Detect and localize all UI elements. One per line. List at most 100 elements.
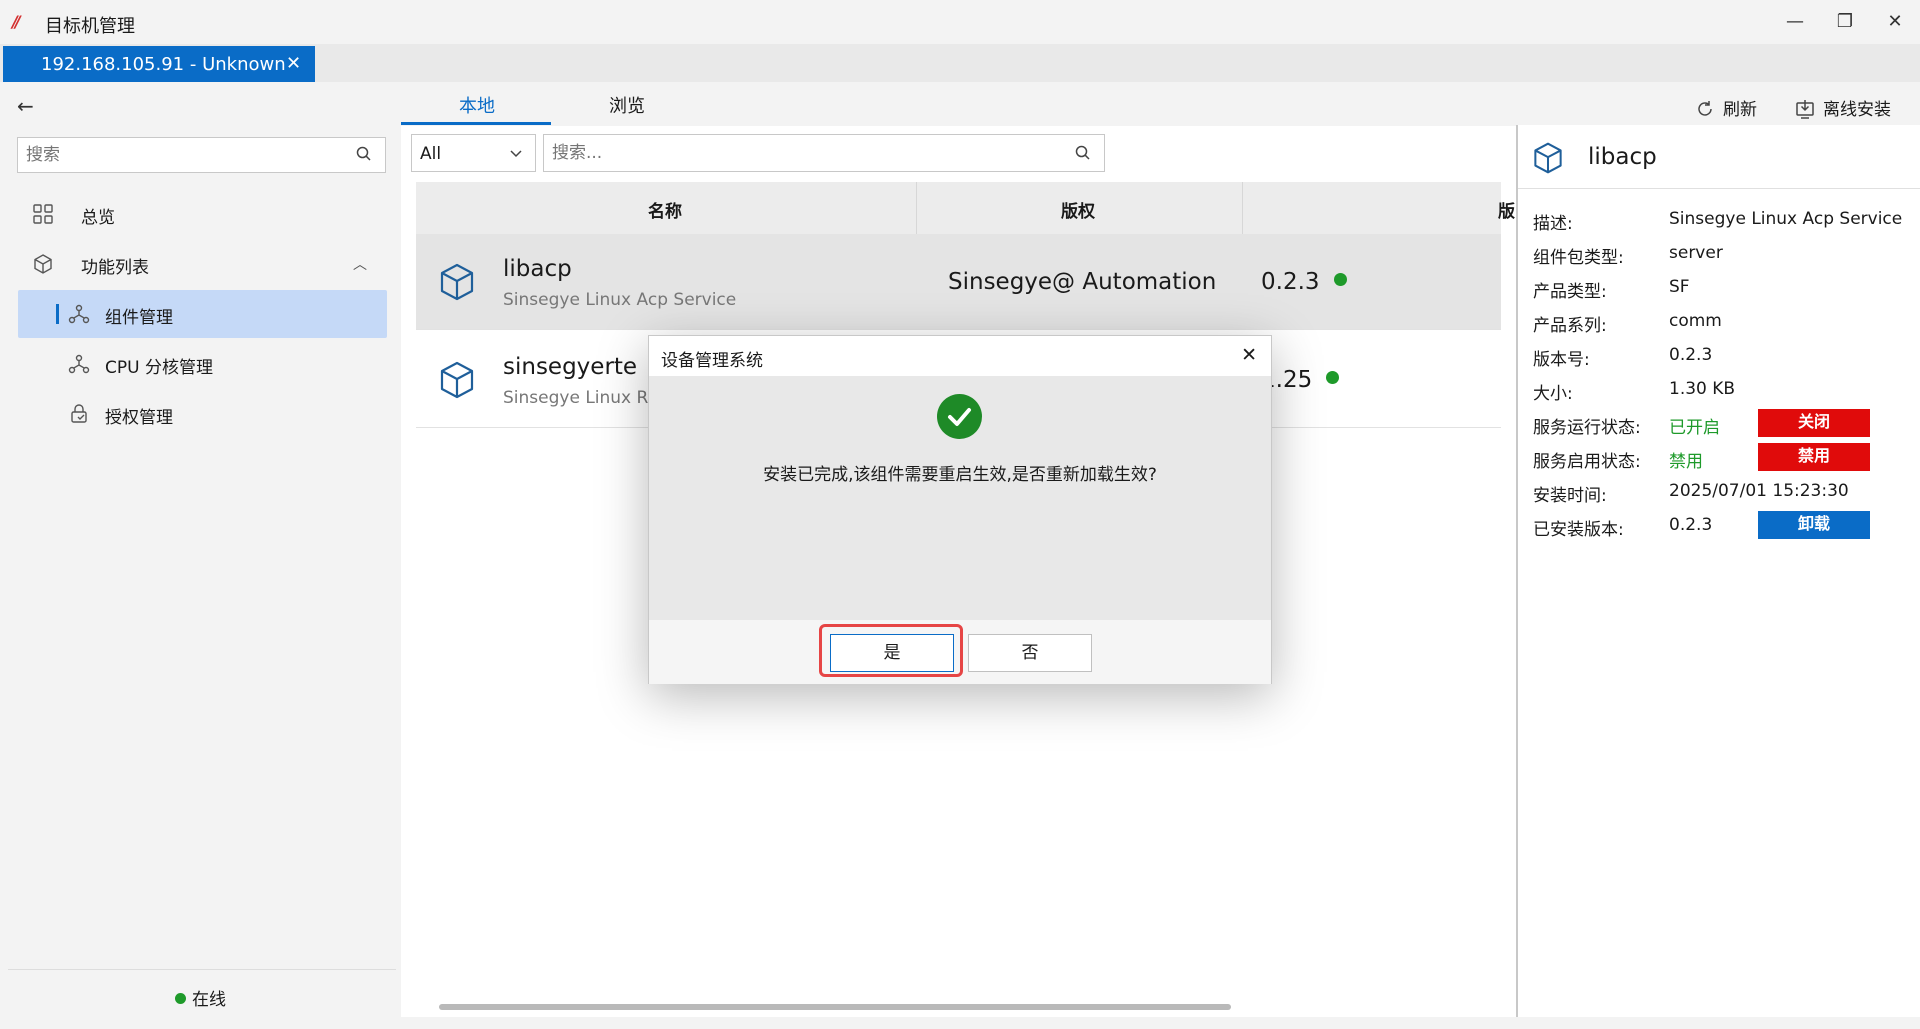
detail-key: 版本号:: [1533, 350, 1590, 370]
minimize-button[interactable]: —: [1770, 4, 1820, 40]
filter-select[interactable]: All: [411, 134, 536, 172]
sidebar-item-label: 总览: [81, 208, 115, 228]
sidebar-item-license-management[interactable]: 授权管理: [18, 390, 387, 438]
tab-local[interactable]: 本地: [459, 92, 495, 118]
main-search: [543, 134, 1105, 172]
detail-value: 2025/07/01 15:23:30: [1669, 481, 1849, 501]
offline-install-label: 离线安装: [1823, 100, 1891, 120]
close-window-button[interactable]: ✕: [1870, 4, 1920, 40]
detail-value: SF: [1669, 277, 1690, 297]
horizontal-scrollbar[interactable]: [439, 1004, 1231, 1010]
row-copyright: Sinsegye@ Automation: [948, 269, 1217, 295]
sidebar-search-input[interactable]: [18, 138, 338, 172]
restore-button[interactable]: ❐: [1820, 4, 1870, 40]
sidebar-item-feature-list[interactable]: 功能列表 ︿: [18, 240, 387, 288]
sidebar-item-component-management[interactable]: 组件管理: [18, 290, 387, 338]
title-bar: // 目标机管理 — ❐ ✕: [0, 0, 1920, 44]
detail-key: 已安装版本:: [1533, 520, 1624, 540]
row-name: libacp: [503, 256, 572, 282]
host-tab-bar: 192.168.105.91 - Unknown ✕: [0, 44, 1920, 82]
app-logo: //: [12, 12, 21, 31]
uninstall-button[interactable]: 卸载: [1758, 511, 1870, 539]
package-cube-icon: [1532, 141, 1564, 180]
detail-value: comm: [1669, 311, 1722, 331]
table-header: 名称 版权 版: [416, 182, 1515, 234]
host-tab-close-icon[interactable]: ✕: [286, 53, 301, 74]
connection-status: 在线: [175, 985, 226, 1010]
sidebar-item-overview[interactable]: 总览: [18, 190, 387, 238]
column-separator: [1242, 182, 1243, 234]
active-indicator: [56, 304, 59, 324]
license-lock-icon: [68, 403, 90, 430]
detail-value: 0.2.3: [1669, 515, 1713, 535]
chevron-down-icon: [509, 144, 523, 165]
package-cube-icon: [438, 262, 476, 307]
detail-row-product-series: 产品系列: comm: [1533, 307, 1920, 337]
sidebar-item-label: 功能列表: [81, 258, 149, 278]
row-description: Sinsegye Linux R: [503, 388, 649, 408]
grid-icon: [32, 203, 54, 230]
refresh-button[interactable]: 刷新: [1695, 95, 1757, 124]
install-icon: [1795, 99, 1815, 124]
search-icon[interactable]: [1074, 144, 1092, 167]
app-title: 目标机管理: [45, 16, 135, 37]
detail-title: libacp: [1588, 144, 1657, 170]
detail-row-package-type: 组件包类型: server: [1533, 239, 1920, 269]
confirm-dialog: 设备管理系统 ✕ 安装已完成,该组件需要重启生效,是否重新加载生效? 是 否: [648, 335, 1272, 684]
package-cube-icon: [438, 360, 476, 405]
row-name: sinsegyerte: [503, 354, 638, 380]
cube-icon: [32, 253, 54, 280]
sidebar-item-label: CPU 分核管理: [105, 358, 213, 378]
yes-button[interactable]: 是: [830, 634, 954, 672]
detail-row-service-running: 服务运行状态: 已开启 关闭: [1533, 409, 1920, 439]
detail-row-service-enabled: 服务启用状态: 禁用 禁用: [1533, 443, 1920, 473]
detail-key: 安装时间:: [1533, 486, 1607, 506]
sidebar-search: [17, 137, 386, 173]
detail-value: 0.2.3: [1669, 345, 1713, 365]
detail-key: 产品系列:: [1533, 316, 1607, 336]
sidebar-item-cpu-core-management[interactable]: CPU 分核管理: [18, 340, 387, 388]
column-header-name: 名称: [648, 202, 682, 222]
search-icon[interactable]: [355, 145, 373, 168]
detail-value: Sinsegye Linux Acp Service: [1669, 209, 1903, 229]
dialog-message: 安装已完成,该组件需要重启生效,是否重新加载生效?: [763, 465, 1157, 485]
detail-value: server: [1669, 243, 1723, 263]
offline-install-button[interactable]: 离线安装: [1795, 95, 1891, 124]
column-header-version: 版: [1498, 202, 1515, 222]
stop-service-button[interactable]: 关闭: [1758, 409, 1870, 437]
detail-row-description: 描述: Sinsegye Linux Acp Service: [1533, 205, 1920, 235]
row-version: 0.2.3: [1261, 269, 1347, 295]
dialog-close-icon[interactable]: ✕: [1241, 344, 1257, 366]
detail-value: 1.30 KB: [1669, 379, 1736, 399]
refresh-label: 刷新: [1723, 100, 1757, 120]
tab-browse[interactable]: 浏览: [609, 92, 645, 118]
detail-key: 组件包类型:: [1533, 248, 1624, 268]
detail-panel: libacp 描述: Sinsegye Linux Acp Service 组件…: [1516, 125, 1920, 1017]
row-version-label: 0.2.3: [1261, 269, 1320, 295]
detail-row-size: 大小: 1.30 KB: [1533, 375, 1920, 405]
detail-row-version: 版本号: 0.2.3: [1533, 341, 1920, 371]
detail-value: 已开启: [1669, 418, 1720, 438]
disable-service-button[interactable]: 禁用: [1758, 443, 1870, 471]
column-separator: [916, 182, 917, 234]
detail-key: 描述:: [1533, 214, 1573, 234]
status-dot: [1326, 371, 1340, 384]
filter-select-value: All: [420, 144, 442, 164]
host-tab-label: 192.168.105.91 - Unknown: [41, 54, 286, 75]
column-header-copyright: 版权: [1061, 202, 1095, 222]
nodes-icon: [68, 353, 90, 380]
row-version: 1.25: [1261, 367, 1340, 393]
detail-key: 产品类型:: [1533, 282, 1607, 302]
table-row[interactable]: libacp Sinsegye Linux Acp Service Sinseg…: [416, 234, 1501, 330]
no-button[interactable]: 否: [968, 634, 1092, 672]
chevron-up-icon[interactable]: ︿: [353, 254, 367, 274]
main-search-input[interactable]: [544, 135, 1044, 171]
sidebar-item-label: 授权管理: [105, 408, 173, 428]
nodes-icon: [68, 303, 90, 330]
tab-underline: [401, 122, 551, 125]
detail-key: 服务运行状态:: [1533, 418, 1641, 438]
host-tab[interactable]: 192.168.105.91 - Unknown ✕: [3, 46, 315, 82]
detail-row-product-type: 产品类型: SF: [1533, 273, 1920, 303]
back-arrow-icon[interactable]: ←: [17, 94, 34, 118]
sidebar-divider: [8, 969, 396, 970]
